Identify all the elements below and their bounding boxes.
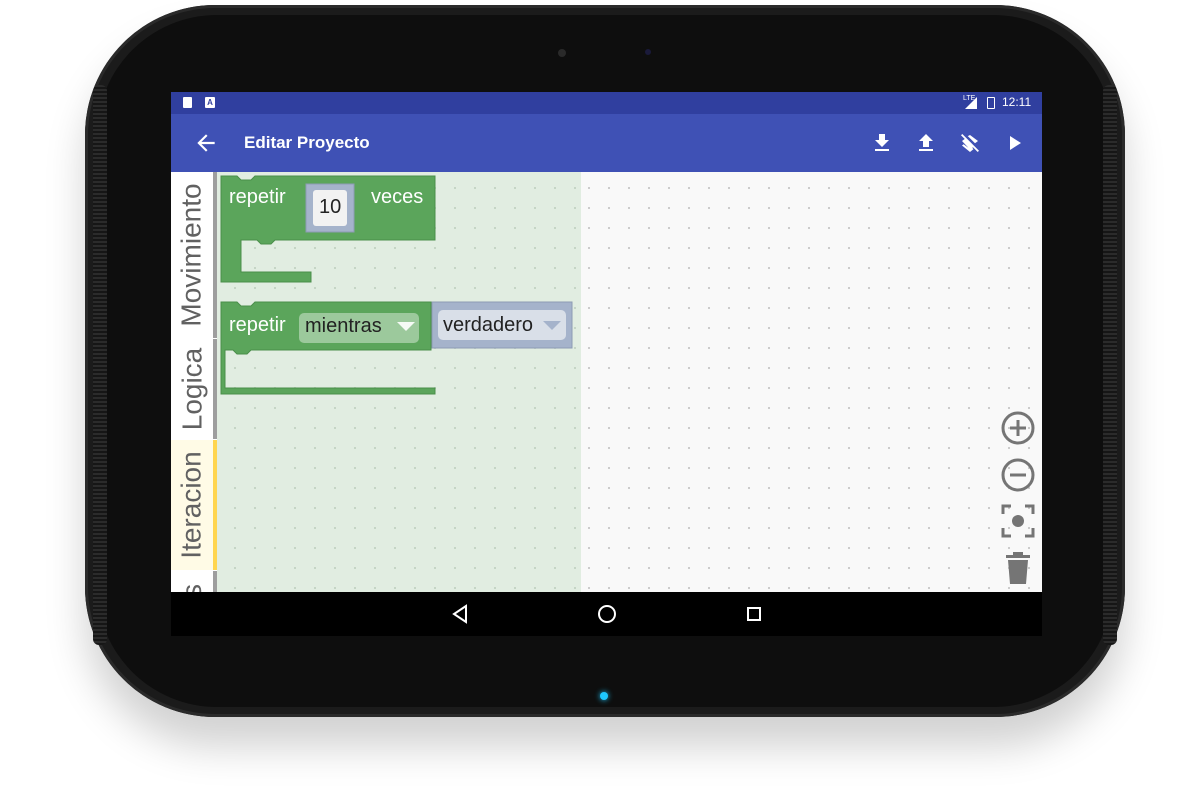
recents-square-icon[interactable]	[740, 600, 768, 628]
zoom-out-icon[interactable]	[1000, 457, 1036, 498]
notification-led	[600, 692, 608, 700]
category-label: Iteracion	[176, 451, 207, 559]
layers-off-icon[interactable]	[958, 131, 982, 155]
upload-icon[interactable]	[914, 131, 938, 155]
zoom-in-icon[interactable]	[1000, 410, 1036, 451]
arrow-back-icon[interactable]	[193, 130, 219, 156]
repeat-while-mode-dropdown[interactable]: mientras	[305, 315, 382, 338]
app-bar: Editar Proyecto	[171, 114, 1042, 172]
flyout-blocks	[220, 175, 573, 395]
sd-card-icon	[183, 97, 192, 108]
repeat-times-label: repetir	[229, 186, 286, 208]
trash-icon[interactable]	[1003, 550, 1033, 591]
category-tabs: Movimiento Logica Iteracion s	[171, 172, 217, 592]
signal-icon	[965, 97, 977, 109]
front-camera	[558, 49, 566, 57]
status-time: 12:11	[1002, 95, 1032, 109]
download-icon[interactable]	[870, 131, 894, 155]
status-bar: A LTE 12:11	[171, 92, 1042, 114]
app-notification-icon: A	[205, 97, 215, 108]
toolbox-flyout: repetir 10 veces repetir mientras verdad…	[217, 172, 581, 592]
play-icon[interactable]	[1002, 131, 1026, 155]
repeat-times-suffix: veces	[371, 186, 424, 208]
back-triangle-icon[interactable]	[446, 600, 474, 628]
left-speaker	[93, 85, 107, 645]
repeat-while-label: repetir	[229, 314, 286, 336]
repeat-times-value[interactable]: 10	[319, 196, 341, 219]
category-label: Movimiento	[176, 183, 208, 327]
device-screen: A LTE 12:11 Editar Proyecto repetir 10 v…	[171, 92, 1042, 636]
battery-icon	[987, 97, 995, 109]
category-partial[interactable]: s	[171, 571, 217, 592]
sensor	[645, 49, 651, 55]
category-label: s	[176, 584, 207, 592]
category-movimiento[interactable]: Movimiento	[171, 172, 217, 338]
category-logica[interactable]: Logica	[171, 339, 217, 439]
recenter-icon[interactable]	[1000, 503, 1036, 544]
category-label: Logica	[176, 347, 208, 431]
right-speaker	[1103, 85, 1117, 645]
category-iteracion[interactable]: Iteracion	[171, 440, 217, 570]
condition-dropdown[interactable]: verdadero	[443, 314, 533, 337]
system-nav-bar	[171, 592, 1042, 636]
page-title: Editar Proyecto	[244, 133, 370, 152]
home-circle-icon[interactable]	[593, 600, 621, 628]
